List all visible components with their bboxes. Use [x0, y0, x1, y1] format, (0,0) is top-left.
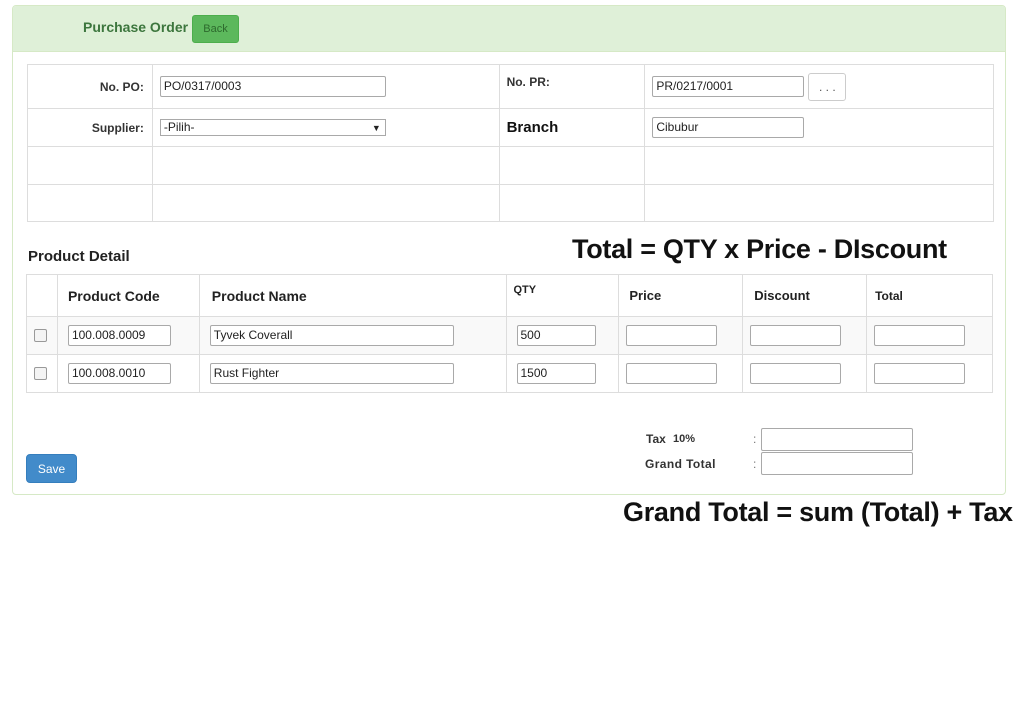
- grand-total-label: Grand Total: [645, 457, 716, 471]
- browse-pr-button[interactable]: . . .: [808, 72, 847, 101]
- grand-total-colon: :: [753, 457, 757, 471]
- supplier-label: Supplier:: [27, 108, 153, 147]
- product-detail-table: Product Code Product Name QTY Price Disc…: [26, 274, 993, 393]
- product-code-field[interactable]: 100.008.0009: [67, 325, 171, 346]
- page-title: Purchase Order: [83, 19, 189, 35]
- pr-number-field[interactable]: PR/0217/0001: [652, 76, 805, 97]
- supplier-select[interactable]: -Pilih- ▼: [159, 119, 386, 136]
- discount-field[interactable]: [750, 363, 842, 384]
- tax-field[interactable]: [761, 428, 913, 451]
- line-total-field[interactable]: [874, 363, 966, 384]
- qty-field[interactable]: 1500: [516, 363, 596, 384]
- supplier-selected-value: -Pilih-: [163, 120, 195, 134]
- product-name-field[interactable]: Tyvek Coverall: [209, 325, 454, 346]
- table-header-row: Product Code Product Name QTY Price Disc…: [26, 274, 993, 317]
- po-header-form: No. PO: PO/0317/0003 No. PR: PR/0217/000…: [27, 64, 994, 222]
- panel-heading: Purchase Order Back: [13, 6, 1005, 52]
- back-button[interactable]: Back: [192, 15, 239, 43]
- product-code-field[interactable]: 100.008.0010: [67, 363, 171, 384]
- column-header: Product Name: [198, 274, 507, 317]
- column-header: Price: [618, 274, 744, 317]
- product-name-field[interactable]: Rust Fighter: [209, 363, 454, 384]
- branch-field[interactable]: Cibubur: [652, 117, 805, 138]
- qty-field[interactable]: 500: [516, 325, 596, 346]
- price-field[interactable]: [626, 363, 718, 384]
- price-field[interactable]: [626, 325, 718, 346]
- line-total-field[interactable]: [874, 325, 966, 346]
- row-checkbox[interactable]: [34, 329, 47, 342]
- row-checkbox[interactable]: [34, 367, 47, 380]
- column-header: Discount: [742, 274, 868, 317]
- grand-total-field[interactable]: [761, 452, 913, 475]
- chevron-down-icon: ▼: [371, 123, 381, 133]
- po-number-field[interactable]: PO/0317/0003: [159, 76, 386, 97]
- empty-form-row: [27, 184, 994, 222]
- table-row: 100.008.0010 Rust Fighter 1500: [26, 354, 993, 393]
- product-detail-title: Product Detail: [28, 248, 130, 265]
- pr-number-label: No. PR:: [498, 64, 646, 109]
- discount-field[interactable]: [750, 325, 842, 346]
- column-header: Total: [866, 274, 993, 317]
- column-header: Product Code: [56, 274, 200, 317]
- tax-percent: 10%: [673, 433, 696, 445]
- branch-label: Branch: [498, 108, 646, 147]
- save-button[interactable]: Save: [26, 454, 77, 483]
- grand-total-formula-annotation: Grand Total = sum (Total) + Tax: [623, 497, 1013, 527]
- po-number-label: No. PO:: [27, 64, 153, 109]
- column-header: QTY: [505, 274, 620, 317]
- tax-colon: :: [753, 432, 757, 446]
- empty-form-row: [27, 146, 994, 185]
- table-row: 100.008.0009 Tyvek Coverall 500: [26, 316, 993, 355]
- line-total-formula-annotation: Total = QTY x Price - DIscount: [572, 234, 947, 264]
- select-column-header: [26, 274, 58, 317]
- tax-label: Tax: [646, 432, 666, 446]
